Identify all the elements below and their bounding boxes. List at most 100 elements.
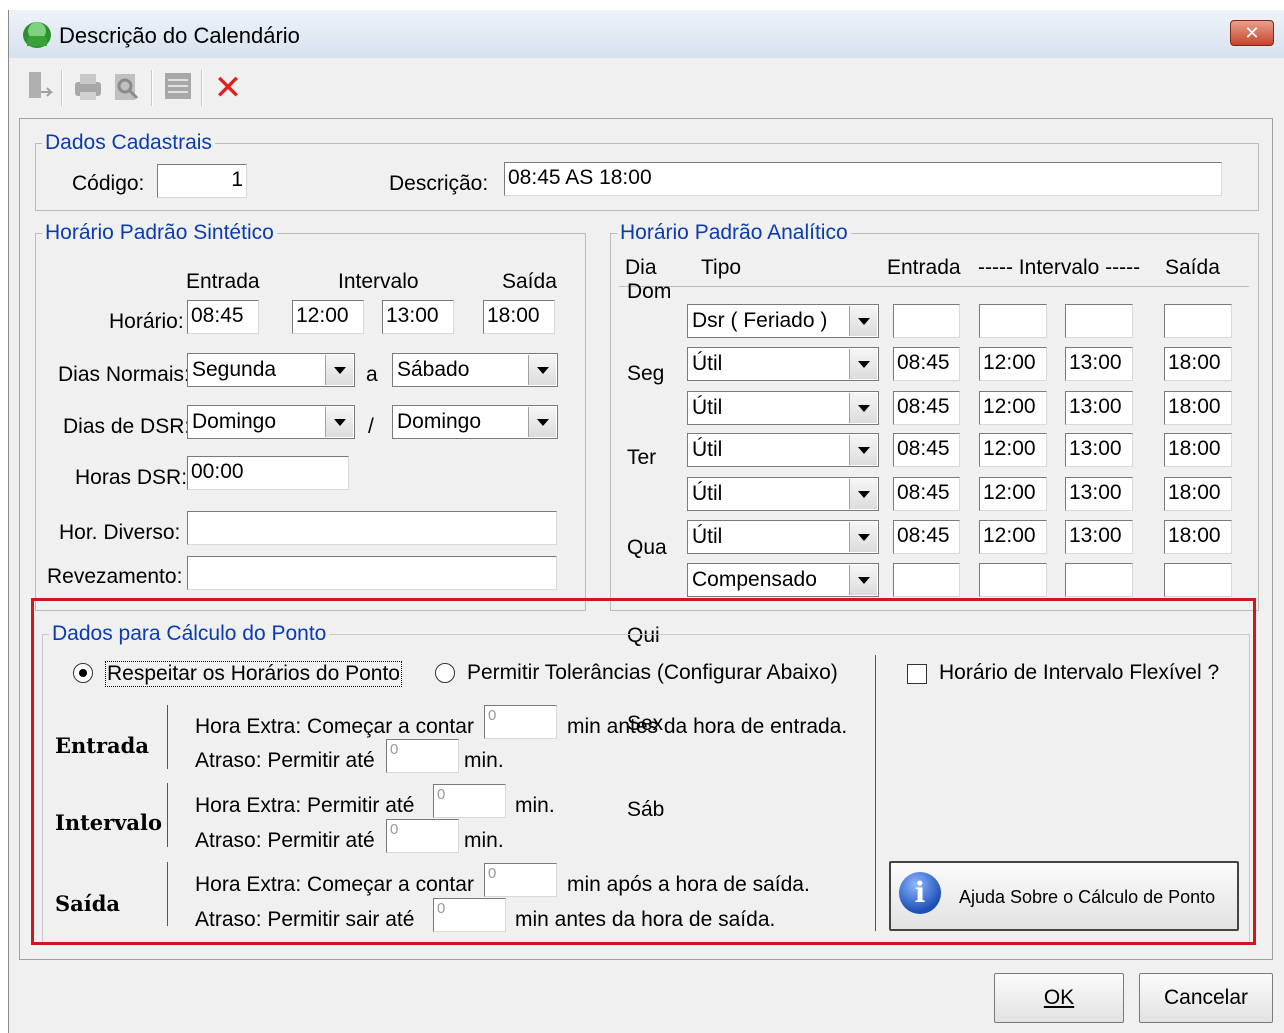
select-value: Útil xyxy=(692,396,723,419)
highlight-box xyxy=(31,598,1256,945)
dias-dsr-sep: / xyxy=(368,415,374,438)
window-title: Descrição do Calendário xyxy=(59,23,300,48)
dias-normais-de-select[interactable]: Segunda xyxy=(187,353,355,387)
toolbar-separator xyxy=(61,70,63,106)
saida-input[interactable]: 18:00 xyxy=(1164,433,1232,467)
dias-dsr-ate-select[interactable]: Domingo xyxy=(392,405,558,439)
saida-input[interactable]: 18:00 xyxy=(1164,391,1232,425)
saida-input[interactable] xyxy=(1164,563,1232,597)
intervalo-fim-input[interactable] xyxy=(1065,563,1133,597)
header-tipo: Tipo xyxy=(701,256,742,279)
header-saida: Saída xyxy=(1165,256,1220,279)
select-value: Domingo xyxy=(192,410,277,433)
entrada-input[interactable]: 08:45 xyxy=(893,347,960,381)
intervalo-fim-input[interactable] xyxy=(1065,304,1133,338)
select-value: Compensado xyxy=(692,568,817,591)
ok-button[interactable]: OK xyxy=(994,973,1124,1023)
chevron-down-icon[interactable] xyxy=(528,407,556,437)
intervalo-inicio-input[interactable]: 12:00 xyxy=(979,433,1047,467)
intervalo-fim-input[interactable]: 13:00 xyxy=(1065,477,1133,511)
chevron-down-icon[interactable] xyxy=(325,355,353,385)
group-title: Horário Padrão Sintético xyxy=(42,221,277,245)
intervalo-inicio-input[interactable]: 12:00 xyxy=(979,477,1047,511)
select-value: Útil xyxy=(692,438,723,461)
header-intervalo: ----- Intervalo ----- xyxy=(978,256,1141,279)
toolbar-separator xyxy=(201,70,203,106)
intervalo-inicio-input[interactable]: 12:00 xyxy=(979,391,1047,425)
tipo-select[interactable]: Compensado xyxy=(687,563,879,597)
intervalo-fim-input[interactable]: 13:00 xyxy=(1065,347,1133,381)
select-value: Útil xyxy=(692,482,723,505)
preview-icon[interactable] xyxy=(109,68,143,108)
tipo-select[interactable]: Útil xyxy=(687,520,879,554)
chevron-down-icon[interactable] xyxy=(849,522,877,552)
chevron-down-icon[interactable] xyxy=(849,306,877,336)
intervalo-inicio-input[interactable] xyxy=(979,304,1047,338)
entrada-input[interactable] xyxy=(893,304,960,338)
toolbar-separator xyxy=(151,70,153,106)
header-dia: Dia xyxy=(625,256,657,279)
hor-diverso-input[interactable] xyxy=(187,511,557,545)
horas-dsr-label: Horas DSR: xyxy=(75,466,188,489)
horario-entrada-input[interactable]: 08:45 xyxy=(187,300,259,334)
intervalo-inicio-input[interactable]: 12:00 xyxy=(979,347,1047,381)
col-intervalo: Intervalo xyxy=(338,270,419,293)
entrada-input[interactable]: 08:45 xyxy=(893,520,960,554)
title-bar[interactable]: Descrição do Calendário ✕ xyxy=(9,10,1284,58)
intervalo-inicio-input[interactable] xyxy=(979,563,1047,597)
chevron-down-icon[interactable] xyxy=(849,565,877,595)
ok-label: OK xyxy=(1043,986,1075,1009)
dias-dsr-de-select[interactable]: Domingo xyxy=(187,405,355,439)
chevron-down-icon[interactable] xyxy=(849,435,877,465)
dia-label: Ter xyxy=(627,446,657,469)
calendar-dialog: Descrição do Calendário ✕ ✕ Dados Cadast… xyxy=(8,10,1284,1033)
descricao-input[interactable]: 08:45 AS 18:00 xyxy=(504,162,1222,196)
tipo-select[interactable]: Dsr ( Feriado ) xyxy=(687,304,879,338)
cancel-button[interactable]: Cancelar xyxy=(1139,973,1273,1023)
chevron-down-icon[interactable] xyxy=(325,407,353,437)
list-icon[interactable] xyxy=(161,68,195,108)
close-button[interactable]: ✕ xyxy=(1230,20,1274,46)
entrada-input[interactable] xyxy=(893,563,960,597)
tipo-select[interactable]: Útil xyxy=(687,391,879,425)
intervalo-fim-input[interactable]: 13:00 xyxy=(1065,433,1133,467)
app-icon xyxy=(23,22,51,48)
horario-saida-input[interactable]: 18:00 xyxy=(483,300,555,334)
chevron-down-icon[interactable] xyxy=(528,355,556,385)
intervalo-fim-input[interactable]: 13:00 xyxy=(1065,391,1133,425)
descricao-label: Descrição: xyxy=(389,172,489,195)
horas-dsr-input[interactable]: 00:00 xyxy=(187,456,349,490)
exit-icon[interactable] xyxy=(21,68,55,108)
saida-input[interactable]: 18:00 xyxy=(1164,477,1232,511)
dia-label: Qua xyxy=(627,536,667,559)
entrada-input[interactable]: 08:45 xyxy=(893,477,960,511)
chevron-down-icon[interactable] xyxy=(849,349,877,379)
toolbar: ✕ xyxy=(9,60,1284,118)
dia-label: Seg xyxy=(627,362,665,385)
cancel-label: Cancelar xyxy=(1163,986,1249,1009)
horario-intervalo-inicio-input[interactable]: 12:00 xyxy=(292,300,364,334)
tipo-select[interactable]: Útil xyxy=(687,477,879,511)
chevron-down-icon[interactable] xyxy=(849,393,877,423)
entrada-input[interactable]: 08:45 xyxy=(893,391,960,425)
group-title: Horário Padrão Analítico xyxy=(617,221,851,245)
print-icon[interactable] xyxy=(71,68,105,108)
intervalo-fim-input[interactable]: 13:00 xyxy=(1065,520,1133,554)
intervalo-inicio-input[interactable]: 12:00 xyxy=(979,520,1047,554)
tipo-select[interactable]: Útil xyxy=(687,347,879,381)
revezamento-input[interactable] xyxy=(187,556,557,590)
entrada-input[interactable]: 08:45 xyxy=(893,433,960,467)
saida-input[interactable]: 18:00 xyxy=(1164,347,1232,381)
codigo-input[interactable]: 1 xyxy=(157,164,247,198)
select-value: Domingo xyxy=(397,410,482,433)
saida-input[interactable] xyxy=(1164,304,1232,338)
dias-normais-ate-select[interactable]: Sábado xyxy=(392,353,558,387)
select-value: Útil xyxy=(692,525,723,548)
delete-icon[interactable]: ✕ xyxy=(211,68,245,108)
tipo-select[interactable]: Útil xyxy=(687,433,879,467)
col-saida: Saída xyxy=(502,270,557,293)
horario-intervalo-fim-input[interactable]: 13:00 xyxy=(382,300,454,334)
select-value: Útil xyxy=(692,352,723,375)
saida-input[interactable]: 18:00 xyxy=(1164,520,1232,554)
chevron-down-icon[interactable] xyxy=(849,479,877,509)
